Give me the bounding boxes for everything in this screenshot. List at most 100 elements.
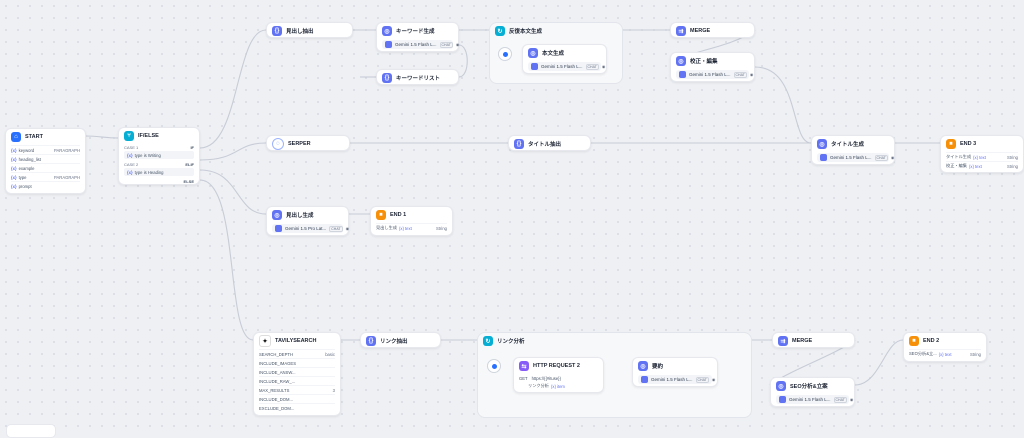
- node-title: 本文生成: [542, 51, 565, 57]
- model-selector[interactable]: Gemini 1.5 Flash L... CHAT ◉: [638, 375, 715, 384]
- tavily-node[interactable]: ✦ TAVILYSEARCH SEARCH_DEPTH basic INCLUDE_…: [253, 332, 341, 416]
- model-selector[interactable]: Gemini 1.5 Flash L... CHAT ◉: [382, 40, 459, 49]
- merge-icon: ⇉: [778, 336, 788, 346]
- seo-node[interactable]: ◎ SEO分析&立案 Gemini 1.5 Flash L... CHAT ◉: [770, 377, 855, 407]
- var-row: {x} type PARAGRAPH: [11, 172, 80, 181]
- end2-node[interactable]: ⏹ END 2 SEO分析&立... {x} text String: [903, 332, 987, 362]
- body-gen-node[interactable]: ◎ 本文生成 Gemini 1.5 Flash L... CHAT ◉: [522, 44, 607, 74]
- eye-icon: ◉: [345, 226, 350, 231]
- merge-node[interactable]: ⇉ MERGE: [670, 22, 755, 38]
- node-title: 要約: [652, 364, 664, 370]
- output-row: 見出し生成 {x} text String: [376, 223, 447, 231]
- eye-icon: ◉: [455, 42, 460, 47]
- home-icon: ⌂: [11, 132, 21, 142]
- node-title: END 3: [960, 141, 977, 147]
- node-title: IF/ELSE: [138, 133, 159, 139]
- llm-icon: ◎: [817, 139, 827, 149]
- node-title: END 1: [390, 212, 407, 218]
- http-request-node[interactable]: ⇆ HTTP REQUEST 2 GET https://{{#ituse}} リン…: [513, 357, 604, 393]
- end-icon: ⏹: [909, 336, 919, 346]
- gemini-icon: [679, 71, 686, 78]
- merge-node[interactable]: ⇉ MERGE: [772, 332, 855, 348]
- case-label: ELSE: [183, 179, 194, 184]
- node-title: SERPER: [288, 141, 311, 147]
- param-row: SEARCH_DEPTH basic: [259, 349, 335, 358]
- minimap[interactable]: [6, 424, 56, 438]
- code-icon: {}: [382, 73, 392, 83]
- gemini-icon: [779, 396, 786, 403]
- title-extract-node[interactable]: {} タイトル抽出: [508, 135, 591, 151]
- node-title: タイトル生成: [831, 142, 865, 148]
- node-title: END 2: [923, 338, 940, 344]
- eye-icon: ◉: [849, 397, 854, 402]
- param-row: INCLUDE_RAW_...: [259, 376, 335, 385]
- eye-icon: ◉: [890, 155, 895, 160]
- serper-node[interactable]: ◌ SERPER: [266, 135, 350, 151]
- code-icon: {}: [366, 336, 376, 346]
- condition: {x} type is Heading: [124, 168, 194, 176]
- param-row: リンク分析 {x} item: [528, 383, 565, 389]
- node-title: タイトル抽出: [528, 142, 562, 148]
- sparkle-icon: ✦: [259, 335, 271, 347]
- keyword-gen-node[interactable]: ◎ キーワード生成 Gemini 1.5 Flash L... CHAT ◉: [376, 22, 459, 52]
- gemini-icon: [385, 41, 392, 48]
- edge: [199, 29, 267, 149]
- edge: [199, 169, 267, 215]
- proofread-node[interactable]: ◎ 校正・編集 Gemini 1.5 Flash L... CHAT ◉: [670, 52, 755, 82]
- heading-gen-node[interactable]: ◎ 見出し生成 Gemini 1.5 Pro Lat... CHAT ◉: [266, 206, 349, 236]
- end-icon: ⏹: [946, 139, 956, 149]
- loop-icon: ↻: [495, 26, 505, 36]
- output-row: タイトル生成 {x} text String: [946, 152, 1018, 160]
- edge: [754, 66, 812, 144]
- start-node[interactable]: ⌂ START {x} keyword PARAGRAPH {x} heading_li…: [5, 128, 86, 194]
- node-title: キーワード生成: [396, 29, 435, 35]
- keyword-list-node[interactable]: {} キーワードリスト: [376, 69, 459, 85]
- node-title: MERGE: [690, 28, 711, 34]
- param-row: MAX_RESULTS 3: [259, 385, 335, 394]
- code-icon: {}: [514, 139, 524, 149]
- end3-node[interactable]: ⏹ END 3 タイトル生成 {x} text String 校正・編集 {x} tex…: [940, 135, 1024, 173]
- code-icon: {}: [272, 26, 282, 36]
- node-title: キーワードリスト: [396, 76, 441, 82]
- loop-icon: ↻: [483, 336, 493, 346]
- branch-icon: ⑂: [124, 131, 134, 141]
- end-icon: ⏹: [376, 210, 386, 220]
- summary-node[interactable]: ◎ 要約 Gemini 1.5 Flash L... CHAT ◉: [632, 357, 718, 387]
- node-title: SEO分析&立案: [790, 384, 828, 390]
- edge: [854, 339, 904, 386]
- model-selector[interactable]: Gemini 1.5 Flash L... CHAT ◉: [776, 395, 853, 404]
- end1-node[interactable]: ⏹ END 1 見出し生成 {x} text String: [370, 206, 453, 236]
- node-title: START: [25, 134, 43, 140]
- node-title: 校正・編集: [690, 59, 718, 65]
- var-row: {x} prompt: [11, 181, 80, 190]
- title-gen-node[interactable]: ◎ タイトル生成 Gemini 1.5 Flash L... CHAT ◉: [811, 135, 895, 165]
- node-title: 見出し抽出: [286, 29, 314, 35]
- model-selector[interactable]: Gemini 1.5 Flash L... CHAT ◉: [817, 153, 894, 162]
- param-row: EXCLUDE_DOM...: [259, 403, 335, 412]
- var-row: {x} keyword PARAGRAPH: [11, 145, 80, 154]
- output-row: 校正・編集 {x} text String: [946, 161, 1018, 169]
- edge: [85, 135, 119, 139]
- model-selector[interactable]: Gemini 1.5 Flash L... CHAT ◉: [528, 62, 605, 71]
- model-selector[interactable]: Gemini 1.5 Pro Lat... CHAT ◉: [272, 224, 349, 233]
- link-extract-node[interactable]: {} リンク抽出: [360, 332, 441, 348]
- case-label: CASE 2 ELIF: [124, 162, 194, 167]
- llm-icon: ◎: [528, 48, 538, 58]
- iteration-start-icon: [498, 47, 512, 61]
- model-selector[interactable]: Gemini 1.5 Flash L... CHAT ◉: [676, 70, 753, 79]
- eye-icon: ◉: [711, 377, 716, 382]
- var-row: {x} heading_list: [11, 154, 80, 163]
- node-title: 見出し生成: [286, 213, 314, 219]
- gemini-icon: [641, 376, 648, 383]
- heading-extract-node[interactable]: {} 見出し抽出: [266, 22, 353, 38]
- eye-icon: ◉: [749, 72, 754, 77]
- param-row: INCLUDE_IMAGES: [259, 358, 335, 367]
- case-label: CASE 1 IF: [124, 145, 194, 150]
- condition: {x} type is Writing: [124, 151, 194, 159]
- iteration-start-icon: [487, 359, 501, 373]
- ifelse-node[interactable]: ⑂ IF/ELSE CASE 1 IF {x} type is Writing CAS…: [118, 127, 200, 185]
- var-row: {x} example: [11, 163, 80, 172]
- gemini-icon: [820, 154, 827, 161]
- llm-icon: ◎: [382, 26, 392, 36]
- workflow-canvas[interactable]: ⌂ START {x} keyword PARAGRAPH {x} heading_li…: [0, 0, 1024, 438]
